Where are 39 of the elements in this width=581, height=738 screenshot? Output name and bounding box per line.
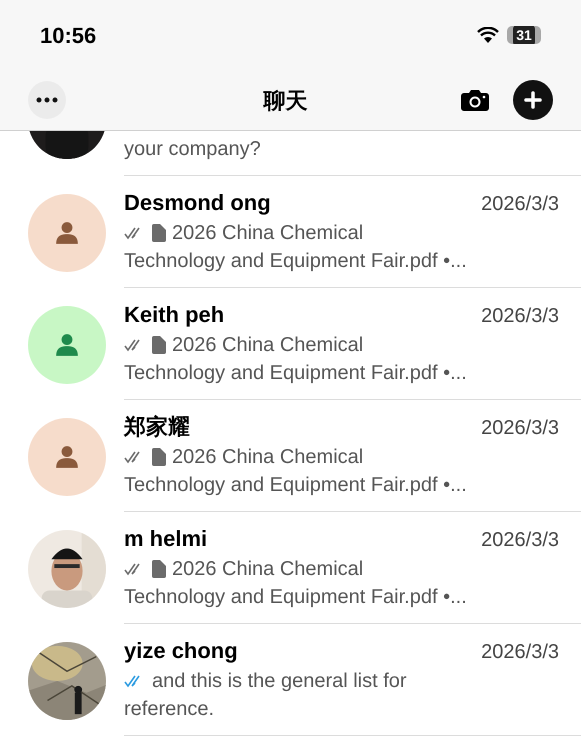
- message-preview: Technology and Equipment Fair.pdf •...: [124, 361, 467, 386]
- message-preview: 2026 China Chemical: [172, 557, 364, 582]
- camera-icon: [461, 89, 489, 111]
- chat-row[interactable]: your company?: [0, 131, 581, 176]
- message-preview: and this is the general list for: [152, 669, 407, 694]
- person-icon: [54, 220, 80, 246]
- chat-row[interactable]: m helmi 2026/3/3 2026 China Chemical Technology and Equipment Fair.pdf •...: [0, 512, 581, 624]
- chat-date: 2026/3/3: [481, 416, 559, 441]
- person-icon: [54, 444, 80, 470]
- chat-row[interactable]: Keith peh 2026/3/3 2026 China Chemical Technology and Equipment Fair.pdf •...: [0, 288, 581, 400]
- message-preview: Technology and Equipment Fair.pdf •...: [124, 249, 467, 274]
- message-preview: 2026 China Chemical: [172, 445, 364, 470]
- chat-date: 2026/3/3: [481, 304, 559, 329]
- message-preview: reference.: [124, 697, 214, 722]
- chat-row[interactable]: Desmond ong 2026/3/3 2026 China Chemical Technology and Equipment Fair.pdf •...: [0, 176, 581, 288]
- plus-icon: [524, 91, 542, 109]
- chat-date: 2026/3/3: [481, 192, 559, 217]
- chat-row[interactable]: 郑家耀 2026/3/3 2026 China Chemical Technology and Equipment Fair.pdf •...: [0, 400, 581, 512]
- more-button[interactable]: [28, 81, 66, 119]
- contact-name: Desmond ong: [124, 189, 271, 217]
- person-icon: [54, 332, 80, 358]
- message-preview: Technology and Equipment Fair.pdf •...: [124, 585, 467, 610]
- message-preview: your company?: [124, 137, 262, 162]
- contact-name: m helmi: [124, 525, 208, 553]
- header-title: 聊天: [264, 86, 308, 114]
- chat-row[interactable]: yize chong 2026/3/3 and this is the general list for reference.: [0, 624, 581, 736]
- chat-date: 2026/3/3: [481, 640, 559, 665]
- contact-name: 郑家耀: [124, 413, 190, 441]
- contact-name: yize chong: [124, 637, 238, 665]
- battery-icon: 31: [507, 26, 541, 44]
- wifi-icon: [477, 27, 499, 43]
- message-preview: 2026 China Chemical: [172, 333, 364, 358]
- message-preview: 2026 China Chemical: [172, 221, 364, 246]
- contact-name: Keith peh: [124, 301, 224, 329]
- more-icon: [36, 97, 58, 103]
- new-chat-button[interactable]: [513, 80, 553, 120]
- message-preview: Technology and Equipment Fair.pdf •...: [124, 473, 467, 498]
- status-time: 10:56: [40, 22, 96, 50]
- chat-date: 2026/3/3: [481, 528, 559, 553]
